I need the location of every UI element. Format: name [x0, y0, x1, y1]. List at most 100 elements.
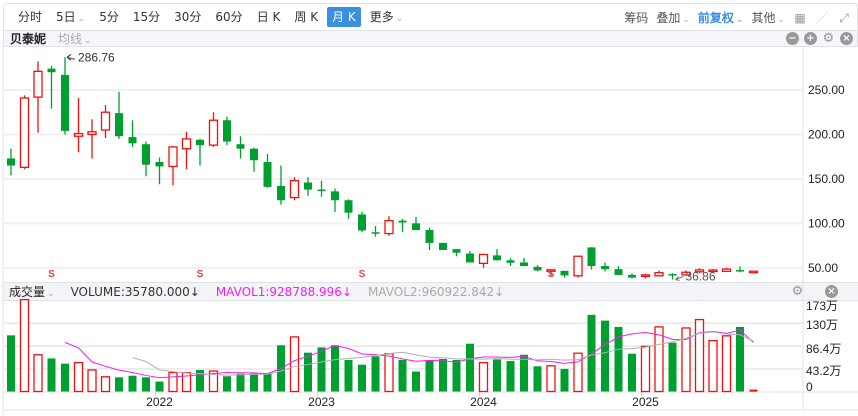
volume-bar: [546, 365, 556, 393]
volume-bar: [7, 335, 15, 392]
layout-grid-icon[interactable]: ▦: [793, 11, 807, 25]
tab-7[interactable]: 周 K: [289, 7, 323, 27]
volume-bar: [33, 354, 43, 393]
tab-8[interactable]: 月 K: [327, 7, 361, 27]
volume-value: VOLUME:35780.000↓: [70, 284, 200, 299]
volume-tick-label: 130万: [806, 318, 838, 332]
volume-tick-label: 43.2万: [806, 364, 841, 378]
adjust-dropdown[interactable]: 前复权 ⌄: [698, 9, 744, 26]
price-tick-label: 150.00: [808, 172, 845, 186]
candle-body: [412, 223, 420, 231]
volume-title: 成交量: [9, 285, 46, 299]
candle-body: [236, 144, 245, 149]
close-icon[interactable]: ×: [840, 32, 853, 45]
candle-body: [47, 68, 56, 73]
candle-body: [223, 120, 231, 142]
candle-body: [668, 274, 677, 276]
chevron-down-icon: ⌄: [77, 14, 86, 24]
zoom-in-icon[interactable]: +: [804, 32, 817, 45]
ma-label: 均线: [58, 32, 83, 46]
volume-bar: [587, 314, 596, 392]
volume-bar: [236, 373, 245, 392]
tab-label: 60分: [215, 10, 243, 24]
adjust-label: 前复权: [697, 11, 734, 25]
stock-name: 贝泰妮: [10, 32, 47, 46]
candle-body: [87, 131, 97, 136]
year-label: 2024: [470, 395, 497, 409]
volume-bar: [601, 320, 609, 392]
candle-body: [19, 97, 30, 168]
kline-chart[interactable]: 250.00 200.00 150.00 100.00 50.00 173万 130万 86.…: [0, 0, 858, 416]
candle-body: [546, 269, 556, 272]
chevron-down-icon: ⌄: [777, 15, 785, 25]
ma-dropdown[interactable]: 均线 ⌄: [58, 30, 92, 47]
fullscreen-icon[interactable]: ⤢: [837, 11, 851, 25]
candle-body: [196, 139, 204, 146]
volume-bar: [155, 381, 164, 392]
price-tick-label: 200.00: [808, 127, 845, 141]
brush-icon[interactable]: ／: [815, 11, 829, 25]
volume-bar: [331, 345, 339, 392]
volume-bar: [358, 364, 366, 392]
chevron-down-icon: ⌄: [47, 289, 55, 299]
candle-body: [520, 262, 528, 267]
volume-bar: [47, 358, 56, 392]
volume-bar: [73, 361, 84, 393]
high-price-label: 286.76: [78, 50, 115, 64]
candle-body: [466, 253, 474, 263]
candle-body: [560, 270, 569, 276]
gear-icon[interactable]: ⚙: [791, 285, 804, 299]
tab-0[interactable]: 分时: [13, 7, 47, 27]
tab-5[interactable]: 60分: [210, 7, 247, 27]
volume-bar: [398, 360, 407, 392]
tab-4[interactable]: 30分: [169, 7, 206, 27]
volume-bar: [694, 318, 705, 393]
volume-bar: [425, 360, 434, 392]
candle-body: [155, 162, 164, 167]
price-tick-label: 100.00: [808, 216, 845, 230]
volume-bar: [640, 345, 651, 393]
other-dropdown[interactable]: 其他 ⌄: [751, 9, 785, 26]
volume-tick-label: 0: [806, 380, 813, 394]
volume-bar: [277, 345, 285, 392]
gear-icon[interactable]: ⚙: [822, 32, 835, 46]
volume-bar: [573, 352, 583, 393]
candle-body: [304, 182, 312, 190]
candle-body: [7, 158, 15, 166]
candle-body: [681, 271, 691, 276]
year-label: 2023: [308, 395, 335, 409]
mavol2-value: MAVOL2:960922.842↓: [368, 284, 505, 299]
volume-indicator-dropdown[interactable]: 成交量 ⌄: [9, 283, 55, 300]
candle-body: [439, 242, 447, 251]
volume-bar: [317, 347, 326, 392]
candle-body: [640, 274, 651, 278]
signal-marker-s: S: [48, 269, 55, 280]
candle-body: [478, 253, 489, 265]
tab-label: 15分: [132, 10, 161, 24]
signal-marker-s: S: [197, 269, 204, 280]
year-label: 2022: [146, 395, 173, 409]
tab-3[interactable]: 15分: [128, 7, 165, 27]
chevron-down-icon: ⌄: [84, 36, 92, 46]
close-icon[interactable]: ×: [825, 285, 838, 298]
candle-body: [289, 180, 300, 199]
year-label: 2025: [632, 395, 659, 409]
chips-button[interactable]: 筹码: [624, 9, 648, 26]
volume-bar: [749, 389, 758, 392]
zoom-out-icon[interactable]: −: [786, 32, 799, 45]
candle-body: [142, 144, 150, 165]
overlay-dropdown[interactable]: 叠加 ⌄: [656, 9, 690, 26]
candle-body: [263, 162, 272, 187]
candle-body: [493, 255, 501, 261]
tab-6[interactable]: 日 K: [252, 7, 286, 27]
candle-body: [128, 137, 137, 144]
tab-9[interactable]: 更多 ⌄: [365, 7, 409, 27]
volume-bar: [128, 375, 137, 392]
mavol1-value: MAVOL1:928788.996↓: [215, 284, 352, 299]
tab-2[interactable]: 5分: [94, 7, 124, 27]
candle-body: [331, 191, 339, 201]
volume-bar: [506, 361, 515, 392]
chevron-down-icon: ⌄: [682, 15, 690, 25]
candle-body: [506, 260, 515, 263]
tab-1[interactable]: 5日 ⌄: [51, 7, 90, 27]
